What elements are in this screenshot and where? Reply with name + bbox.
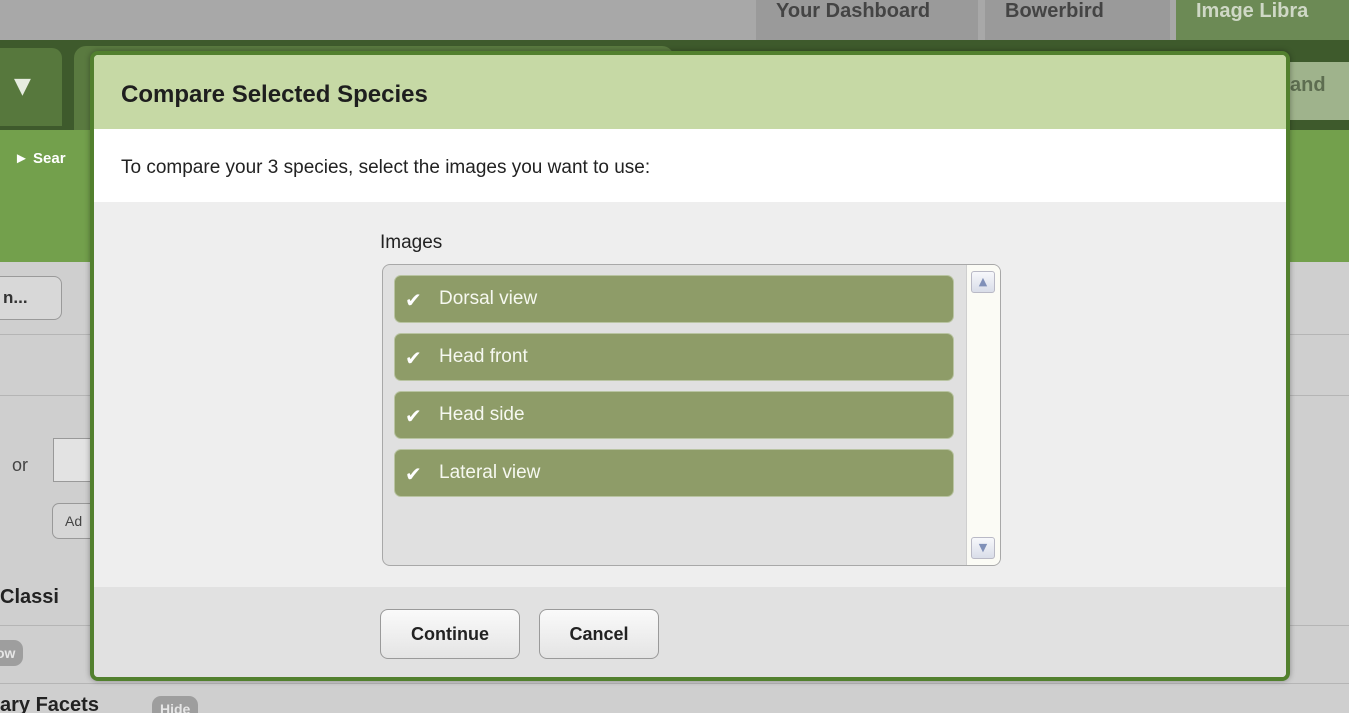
image-option-dorsal-view[interactable]: ✔ Dorsal view xyxy=(394,275,954,323)
checkmark-icon: ✔ xyxy=(405,462,422,486)
compare-species-dialog: Compare Selected Species To compare your… xyxy=(90,51,1290,681)
tab-bowerbird[interactable]: Bowerbird xyxy=(985,0,1170,40)
image-option-label: Head side xyxy=(439,404,525,425)
scroll-down-icon[interactable]: ▼ xyxy=(971,537,995,559)
nav-right-tab[interactable]: and xyxy=(1290,62,1349,120)
image-option-head-front[interactable]: ✔ Head front xyxy=(394,333,954,381)
cancel-button[interactable]: Cancel xyxy=(539,609,659,659)
images-listbox[interactable]: ✔ Dorsal view ✔ Head front ✔ Head side ✔ Lat… xyxy=(382,264,1001,566)
checkmark-icon: ✔ xyxy=(405,346,422,370)
images-label: Images xyxy=(380,232,443,253)
divider xyxy=(0,683,1349,684)
continue-button[interactable]: Continue xyxy=(380,609,520,659)
tab-image-library[interactable]: Image Libra xyxy=(1176,0,1349,40)
background-button[interactable]: n... xyxy=(0,276,62,320)
instruction-band: To compare your 3 species, select the im… xyxy=(94,129,1286,202)
checkmark-icon: ✔ xyxy=(405,288,422,312)
show-pill-button[interactable]: ow xyxy=(0,640,24,666)
dialog-body: Images ✔ Dorsal view ✔ Head front ✔ Head si… xyxy=(94,202,1286,587)
dialog-footer: Continue Cancel xyxy=(94,587,1286,677)
image-option-head-side[interactable]: ✔ Head side xyxy=(394,391,954,439)
dialog-header: Compare Selected Species xyxy=(94,55,1286,129)
dialog-title: Compare Selected Species xyxy=(121,81,428,108)
dialog-instruction: To compare your 3 species, select the im… xyxy=(121,157,651,178)
image-option-label: Lateral view xyxy=(439,462,541,483)
checkmark-icon: ✔ xyxy=(405,404,422,428)
image-option-label: Head front xyxy=(439,346,528,367)
facets-heading: ary Facets xyxy=(0,694,99,713)
tab-your-dashboard[interactable]: Your Dashboard xyxy=(756,0,978,40)
listbox-scrollbar[interactable]: ▲ ▼ xyxy=(966,265,1000,565)
scroll-up-icon[interactable]: ▲ xyxy=(971,271,995,293)
classification-heading: Classi xyxy=(0,586,59,608)
or-label: or xyxy=(12,455,29,475)
breadcrumb-search[interactable]: ► Sear xyxy=(14,150,66,167)
image-option-label: Dorsal view xyxy=(439,288,538,309)
image-option-lateral-view[interactable]: ✔ Lateral view xyxy=(394,449,954,497)
nav-dropdown-arrow[interactable]: ▼ xyxy=(0,48,62,126)
hide-pill-button[interactable]: Hide xyxy=(152,696,199,713)
